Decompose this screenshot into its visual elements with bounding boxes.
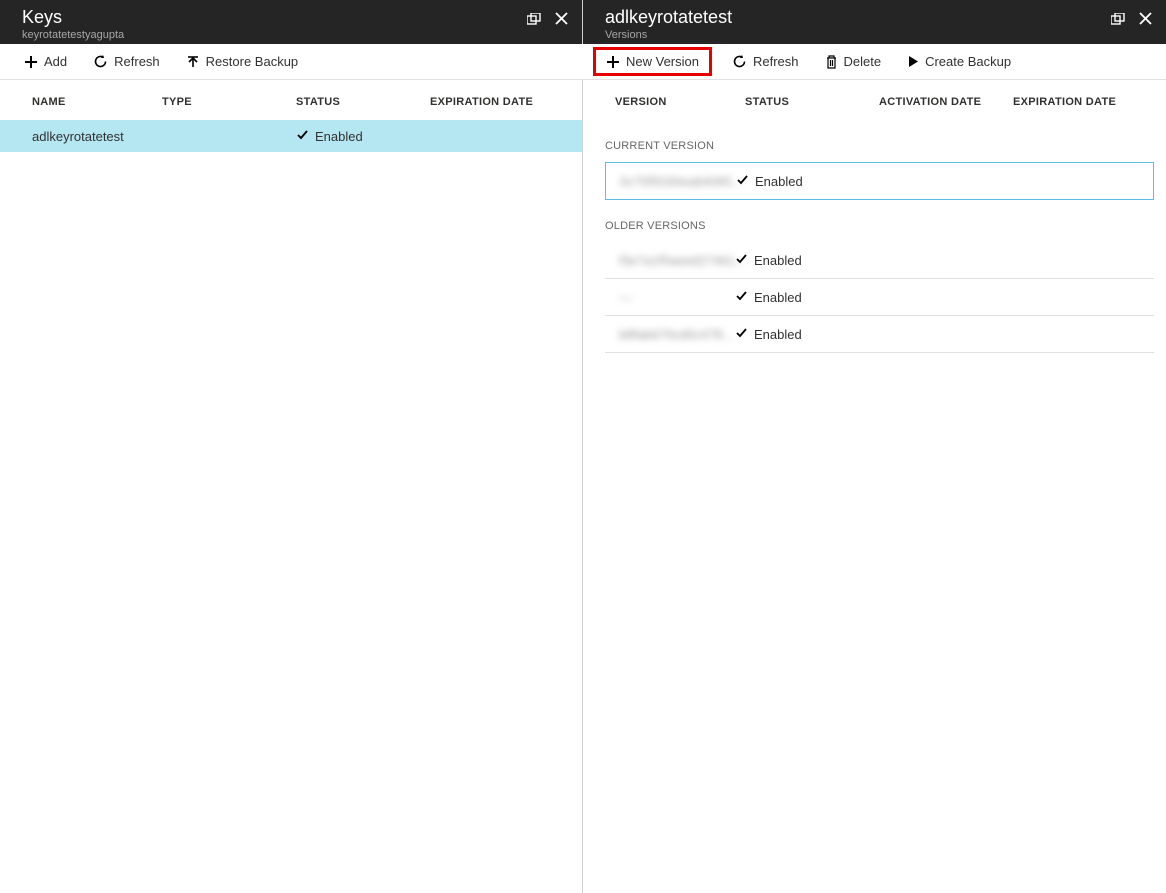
keys-panel-header: Keys keyrotatetestyagupta [0,0,582,44]
version-status: Enabled [754,290,802,305]
keys-title: Keys [22,8,124,28]
col-status-left[interactable]: STATUS [296,96,430,108]
col-status-right[interactable]: STATUS [745,96,879,108]
versions-toolbar: New Version Refresh Delete Create Backup [575,44,1166,80]
refresh-label-left: Refresh [114,54,160,69]
keys-table-header: NAME TYPE STATUS EXPIRATION DATE [0,80,582,120]
versions-table-header: VERSION STATUS ACTIVATION DATE EXPIRATIO… [583,80,1166,120]
check-icon [735,289,748,305]
keys-subtitle: keyrotatetestyagupta [22,29,124,41]
refresh-label-right: Refresh [753,54,799,69]
current-version-label: CURRENT VERSION [605,140,1154,152]
plus-icon [606,55,620,69]
new-version-button[interactable]: New Version [593,47,712,76]
add-label: Add [44,54,67,69]
delete-label: Delete [844,54,882,69]
versions-subtitle: Versions [605,29,732,41]
older-versions-label: OLDER VERSIONS [605,220,1154,232]
delete-button[interactable]: Delete [819,50,888,73]
version-id: f3e7a1f5aeed27461... [619,253,746,268]
col-version[interactable]: VERSION [615,96,745,108]
versions-panel: adlkeyrotatetest Versions New Version [583,0,1166,893]
col-expire-right[interactable]: EXPIRATION DATE [1013,96,1143,108]
play-icon [907,55,919,68]
refresh-icon [93,54,108,69]
maximize-icon[interactable] [527,13,541,28]
refresh-button-left[interactable]: Refresh [87,50,166,73]
refresh-button-right[interactable]: Refresh [726,50,805,73]
restore-icon [186,55,200,69]
version-id: — [619,290,632,305]
check-icon [296,128,309,144]
version-id: b8fab670cd0c478... [619,327,733,342]
version-status: Enabled [755,174,803,189]
table-row[interactable]: — Enabled [605,279,1154,316]
refresh-icon [732,54,747,69]
version-id: 0c75f5030ea64095... [620,174,742,189]
col-name[interactable]: NAME [32,96,162,108]
version-status: Enabled [754,253,802,268]
col-expire-left[interactable]: EXPIRATION DATE [430,96,560,108]
close-icon[interactable] [555,12,568,28]
new-version-label: New Version [626,54,699,69]
restore-label: Restore Backup [206,54,299,69]
cell-status-left: Enabled [315,129,363,144]
close-icon[interactable] [1139,12,1152,28]
table-row[interactable]: adlkeyrotatetest Enabled [0,120,582,152]
col-activation[interactable]: ACTIVATION DATE [879,96,1013,108]
keys-panel: Keys keyrotatetestyagupta Add [0,0,583,893]
add-button[interactable]: Add [18,50,73,73]
plus-icon [24,55,38,69]
versions-title: adlkeyrotatetest [605,8,732,28]
versions-panel-header: adlkeyrotatetest Versions [583,0,1166,44]
table-row[interactable]: f3e7a1f5aeed27461... Enabled [605,242,1154,279]
create-backup-label: Create Backup [925,54,1011,69]
cell-name: adlkeyrotatetest [32,129,162,144]
col-type[interactable]: TYPE [162,96,296,108]
maximize-icon[interactable] [1111,13,1125,28]
table-row[interactable]: 0c75f5030ea64095... Enabled [605,162,1154,200]
version-status: Enabled [754,327,802,342]
trash-icon [825,55,838,69]
table-row[interactable]: b8fab670cd0c478... Enabled [605,316,1154,353]
create-backup-button[interactable]: Create Backup [901,50,1017,73]
keys-toolbar: Add Refresh Restore Backup [0,44,582,80]
restore-backup-button[interactable]: Restore Backup [180,50,305,73]
check-icon [735,326,748,342]
